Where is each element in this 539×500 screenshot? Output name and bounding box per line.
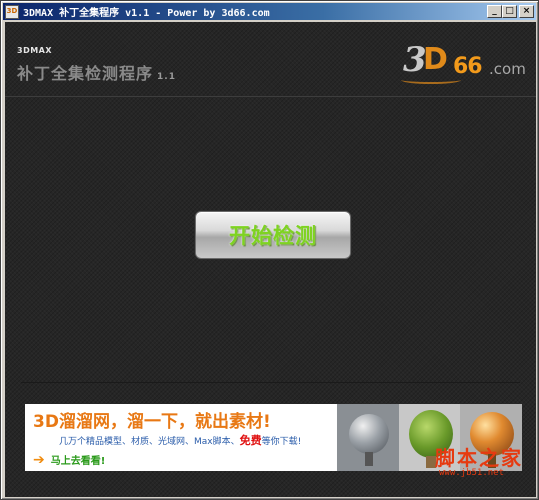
banner-free-label: 免费 (239, 434, 262, 447)
logo-swoosh (401, 76, 461, 84)
brand-logo: 3 D 66 .com (401, 36, 531, 92)
header-divider (5, 96, 536, 97)
material-sphere-icon (337, 404, 399, 471)
window-title: 3DMAX 补丁全集程序 v1.1 - Power by 3d66.com (23, 8, 270, 19)
logo-part-d: D (423, 42, 448, 77)
watermark-url: www.jb51.net (439, 468, 505, 478)
client-area: 3DMAX 补丁全集检测程序 1.1 3 D 66 .com 开始检测 3D溜溜网… (5, 22, 536, 497)
page-title-text: 补丁全集检测程序 (17, 64, 154, 83)
version-label: 1.1 (157, 72, 176, 82)
app-header: 3DMAX 补丁全集检测程序 1.1 3 D 66 .com (5, 22, 536, 96)
title-bar[interactable]: 3D 3DMAX 补丁全集程序 v1.1 - Power by 3d66.com… (3, 3, 536, 20)
app-icon[interactable]: 3D (5, 4, 19, 19)
banner-cta-link[interactable]: ➔ 马上去看看! (33, 451, 106, 468)
watermark: 脚本之家 www.jb51.net (435, 442, 531, 492)
start-detection-button[interactable]: 开始检测 (195, 211, 351, 259)
page-title: 补丁全集检测程序 1.1 (17, 60, 176, 84)
banner-subtext: 几万个精品模型、材质、光域网、Max脚本、免费等你下载! (59, 432, 301, 448)
header-small-label: 3DMAX (17, 46, 53, 55)
banner-cta-label: 马上去看看! (50, 456, 106, 467)
close-button[interactable]: × (519, 5, 534, 18)
app-window: 3D 3DMAX 补丁全集程序 v1.1 - Power by 3d66.com… (0, 0, 539, 500)
minimize-button[interactable]: _ (487, 5, 502, 18)
maximize-button[interactable]: □ (502, 5, 517, 18)
banner-divider (21, 382, 520, 383)
logo-part-com: .com (489, 60, 526, 78)
watermark-text: 脚本之家 (435, 446, 523, 470)
banner-subtext-before: 几万个精品模型、材质、光域网、Max脚本、 (59, 437, 240, 447)
start-detection-label: 开始检测 (229, 224, 317, 248)
window-controls: _ □ × (487, 5, 534, 18)
banner-subtext-after: 等你下载! (261, 437, 302, 447)
arrow-right-icon: ➔ (33, 451, 45, 468)
banner-headline: 3D溜溜网，溜一下，就出素材! (33, 412, 271, 432)
